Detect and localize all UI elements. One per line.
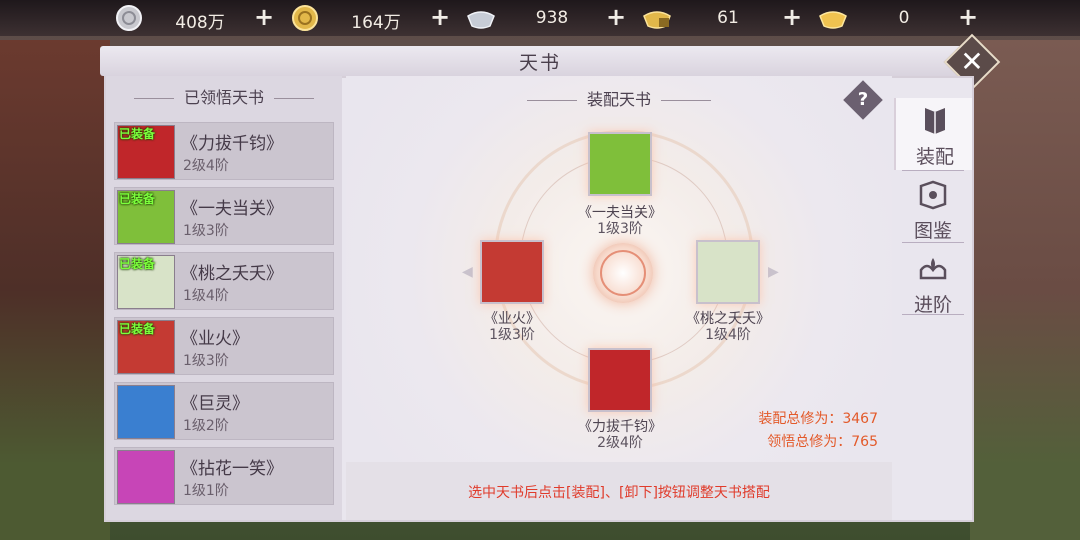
center-emblem-inner-ring [600,250,646,296]
book-name: 《巨灵》 [181,394,249,414]
help-button[interactable]: ? [843,80,883,120]
atlas-icon [919,180,947,210]
tab-label: 进阶 [913,294,952,316]
book-list-item[interactable]: 已装备 《力拔千钧》 2级4阶 [114,122,334,180]
equipped-badge: 已装备 [119,322,156,336]
book-name: 《一夫当关》 [181,199,283,219]
window-title: 天书 [518,52,561,74]
book-level: 1级3阶 [183,223,229,239]
equip-slot-top[interactable] [588,132,652,196]
equip-slot-bottom[interactable] [588,348,652,412]
add-currency-button[interactable]: + [956,5,980,30]
tab-divider [902,170,964,171]
book-name: 《拈花一笑》 [181,459,283,479]
book-level: 1级3阶 [183,353,229,369]
add-currency-button[interactable]: + [780,5,804,30]
total-learned-cultivation: 领悟总修为：765 [767,434,878,450]
background-right [970,40,1080,540]
book-icon [925,108,945,134]
silver-coin-icon [116,5,142,31]
book-list-item[interactable]: 《拈花一笑》 1级1阶 [114,447,334,505]
book-thumbnail-icon [117,450,175,504]
gold-ingot-icon [819,11,847,29]
equipped-badge: 已装备 [119,127,156,141]
book-level: 2级4阶 [183,158,229,174]
equipped-badge: 已装备 [119,192,156,206]
question-icon: ? [857,89,869,110]
book-list-item[interactable]: 已装备 《桃之夭夭》 1级4阶 [114,252,334,310]
book-thumbnail-icon [117,385,175,439]
background-left [0,40,110,540]
add-currency-button[interactable]: + [428,5,452,30]
book-list-item[interactable]: 已装备 《一夫当关》 1级3阶 [114,187,334,245]
currency-amount: 408万 [175,13,225,33]
book-name: 《业火》 [181,329,249,349]
tab-divider [902,242,964,243]
lotus-book-icon [919,258,947,280]
arrow-right-icon: ▶ [768,264,779,280]
add-currency-button[interactable]: + [252,5,276,30]
currency-amount: 938 [535,8,569,28]
book-level: 1级1阶 [183,483,229,499]
slot-book-level: 1级4阶 [705,327,751,343]
currency-amount: 0 [898,8,910,28]
tab-advance[interactable]: 进阶 [894,246,972,318]
equip-slot-left[interactable] [480,240,544,304]
equip-slot-right[interactable] [696,240,760,304]
book-list-item[interactable]: 已装备 《业火》 1级3阶 [114,317,334,375]
locked-gold-ingot-icon [643,11,671,29]
gold-coin-icon [292,5,318,31]
book-list-item[interactable]: 《巨灵》 1级2阶 [114,382,334,440]
currency-amount: 164万 [351,13,401,33]
slot-book-level: 1级3阶 [597,221,643,237]
close-icon: ✕ [960,45,984,78]
silver-ingot-icon [467,11,495,29]
book-level: 1级2阶 [183,418,229,434]
arrow-left-icon: ◀ [462,264,473,280]
tab-atlas[interactable]: 图鉴 [894,172,972,244]
tab-label: 装配 [915,146,954,168]
book-level: 1级4阶 [183,288,229,304]
book-name: 《桃之夭夭》 [181,264,283,284]
book-name: 《力拔千钧》 [181,134,283,154]
currency-amount: 61 [717,8,739,28]
learned-books-header: 已领悟天书 [106,84,342,108]
add-currency-button[interactable]: + [604,5,628,30]
total-equipped-cultivation: 装配总修为：3467 [758,411,878,427]
tab-equip[interactable]: 装配 [894,98,972,170]
slot-book-level: 2级4阶 [597,435,643,451]
hint-text: 选中天书后点击[装配]、[卸下]按钮调整天书搭配 [468,485,770,501]
slot-book-level: 1级3阶 [489,327,535,343]
tab-label: 图鉴 [913,220,952,242]
equipped-badge: 已装备 [119,257,156,271]
equip-books-header: 装配天书 [346,86,892,110]
tab-divider [902,314,964,315]
